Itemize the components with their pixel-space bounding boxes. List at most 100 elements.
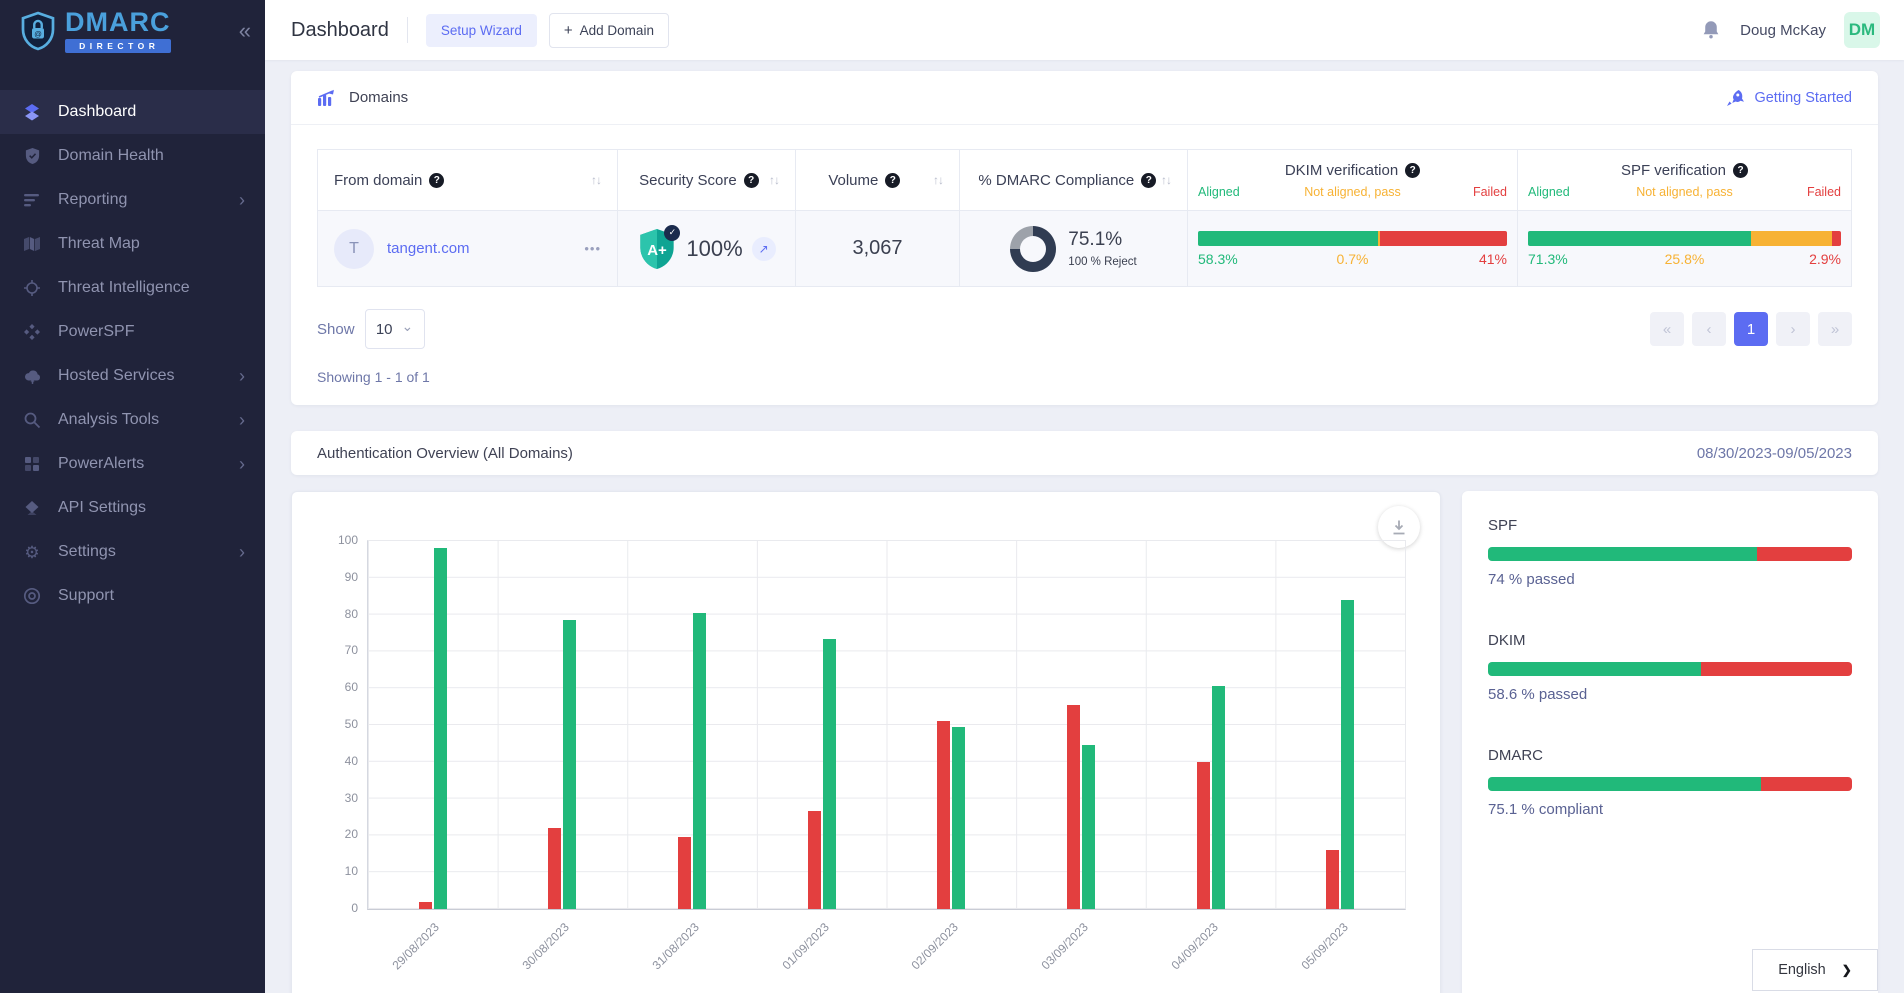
- dashboard-icon: [22, 103, 42, 121]
- sidebar-item-threat-intelligence[interactable]: Threat Intelligence: [0, 266, 265, 310]
- help-icon[interactable]: [885, 173, 900, 188]
- verified-check-badge: [664, 225, 680, 241]
- chart-y-tick-label: 80: [345, 607, 358, 621]
- page-size-select[interactable]: 10: [365, 309, 425, 349]
- sidebar-item-api-settings[interactable]: API Settings: [0, 486, 265, 530]
- sidebar-item-label: Support: [58, 587, 114, 605]
- compliance-donut: [1010, 226, 1056, 272]
- help-icon[interactable]: [1733, 163, 1748, 178]
- sub-label-not-aligned: Not aligned, pass: [1632, 185, 1736, 199]
- domains-card-title: Domains: [349, 89, 408, 106]
- sidebar-item-label: PowerSPF: [58, 323, 134, 341]
- sidebar-item-analysis-tools[interactable]: Analysis Tools ›: [0, 398, 265, 442]
- cloud-icon: [22, 368, 42, 385]
- summary-block-dmarc: DMARC 75.1 % compliant: [1488, 747, 1852, 818]
- user-name[interactable]: Doug McKay: [1740, 22, 1826, 39]
- col-header-dmarc-compliance[interactable]: % DMARC Compliance: [960, 150, 1188, 210]
- chevron-right-icon: ›: [239, 366, 245, 387]
- chart-y-tick-label: 90: [345, 570, 358, 584]
- magnifier-icon: [22, 411, 42, 429]
- showing-count-text: Showing 1 - 1 of 1: [317, 369, 1852, 385]
- chart-bar-group: [757, 541, 887, 909]
- sidebar-item-poweralerts[interactable]: PowerAlerts ›: [0, 442, 265, 486]
- sidebar-item-support[interactable]: Support: [0, 574, 265, 618]
- cell-security-score: A+ 100%: [618, 211, 796, 286]
- col-label: SPF verification: [1621, 162, 1726, 179]
- sidebar-item-settings[interactable]: ⚙ Settings ›: [0, 530, 265, 574]
- pagination-next-button[interactable]: ›: [1776, 312, 1810, 346]
- chevron-down-icon: [402, 324, 414, 335]
- sort-icon[interactable]: [1161, 173, 1171, 187]
- sidebar-item-hosted-services[interactable]: Hosted Services ›: [0, 354, 265, 398]
- chart-y-tick-label: 60: [345, 680, 358, 694]
- setup-wizard-button[interactable]: Setup Wizard: [426, 14, 537, 47]
- sidebar-collapse-icon[interactable]: «: [239, 20, 251, 42]
- sort-icon[interactable]: [769, 173, 779, 187]
- chevron-right-icon: ›: [239, 454, 245, 475]
- chart-x-tick-label: 02/09/2023: [909, 920, 961, 972]
- sub-label-failed: Failed: [1737, 185, 1841, 199]
- col-header-security-score[interactable]: Security Score: [618, 150, 796, 210]
- avatar[interactable]: DM: [1844, 12, 1880, 48]
- chart-x-tick-label: 31/08/2023: [649, 920, 701, 972]
- pagination-last-button[interactable]: »: [1818, 312, 1852, 346]
- download-icon: [1390, 519, 1408, 536]
- bar-chart-icon: [317, 89, 337, 106]
- language-selector[interactable]: English: [1752, 949, 1878, 991]
- dkim-bar: [1198, 231, 1507, 246]
- bar-segment: [1757, 547, 1852, 561]
- auth-chart-card: 0102030405060708090100 29/08/202330/08/2…: [291, 491, 1441, 993]
- date-range[interactable]: 08/30/2023-09/05/2023: [1697, 445, 1852, 462]
- sidebar-item-powerspf[interactable]: PowerSPF: [0, 310, 265, 354]
- help-icon[interactable]: [744, 173, 759, 188]
- cell-spf-verification: 71.3% 25.8% 2.9%: [1518, 211, 1851, 286]
- sort-icon[interactable]: [591, 173, 601, 187]
- chart-x-tick-label: 04/09/2023: [1169, 920, 1221, 972]
- sidebar-item-threat-map[interactable]: Threat Map: [0, 222, 265, 266]
- add-domain-label: Add Domain: [580, 23, 654, 38]
- help-icon[interactable]: [429, 173, 444, 188]
- domain-link[interactable]: tangent.com: [387, 240, 470, 257]
- spf-aligned-value: 71.3%: [1528, 251, 1632, 267]
- chart-bar-passed: [693, 613, 706, 909]
- pagination-page-1-button[interactable]: 1: [1734, 312, 1768, 346]
- chart-x-tick-label: 30/08/2023: [519, 920, 571, 972]
- logo-subtitle: DIRECTOR: [65, 39, 171, 53]
- notifications-bell-icon[interactable]: [1700, 19, 1722, 41]
- auth-overview-title: Authentication Overview (All Domains): [317, 445, 573, 462]
- help-icon[interactable]: [1405, 163, 1420, 178]
- sort-icon[interactable]: [933, 173, 943, 187]
- chart-bar-passed: [823, 639, 836, 909]
- help-icon[interactable]: [1141, 173, 1156, 188]
- sidebar-item-label: Threat Map: [58, 235, 140, 253]
- app-logo[interactable]: @ DMARC DIRECTOR: [20, 9, 171, 53]
- grid-icon: [22, 456, 42, 472]
- pagination-first-button[interactable]: «: [1650, 312, 1684, 346]
- summary-label: SPF: [1488, 517, 1852, 534]
- row-menu-icon[interactable]: [584, 241, 601, 256]
- col-label: Security Score: [639, 172, 737, 189]
- sidebar-item-dashboard[interactable]: Dashboard: [0, 90, 265, 134]
- chart-bar-group: [1016, 541, 1146, 909]
- bar-segment: [1380, 231, 1507, 246]
- plus-icon: [564, 22, 573, 39]
- diamond-layers-icon: [22, 499, 42, 517]
- sidebar-item-domain-health[interactable]: Domain Health: [0, 134, 265, 178]
- col-header-volume[interactable]: Volume: [796, 150, 960, 210]
- security-score-shield-icon: A+: [637, 227, 677, 271]
- add-domain-button[interactable]: Add Domain: [549, 13, 669, 48]
- getting-started-link[interactable]: Getting Started: [1725, 88, 1852, 108]
- bar-segment: [1528, 231, 1751, 246]
- chart-bar-passed: [1212, 686, 1225, 909]
- chart-bar-failed: [1197, 762, 1210, 909]
- sidebar-item-reporting[interactable]: Reporting ›: [0, 178, 265, 222]
- pagination-prev-button[interactable]: ‹: [1692, 312, 1726, 346]
- summary-bar: [1488, 662, 1852, 676]
- col-header-from-domain[interactable]: From domain: [318, 150, 618, 210]
- sidebar: @ DMARC DIRECTOR « Dashboard Domai: [0, 0, 265, 993]
- main-area: Dashboard Setup Wizard Add Domain Doug M…: [265, 0, 1904, 993]
- spf-not-aligned-value: 25.8%: [1632, 251, 1736, 267]
- summary-text: 74 % passed: [1488, 571, 1852, 588]
- external-link-icon[interactable]: [752, 237, 776, 261]
- bar-segment: [1701, 662, 1852, 676]
